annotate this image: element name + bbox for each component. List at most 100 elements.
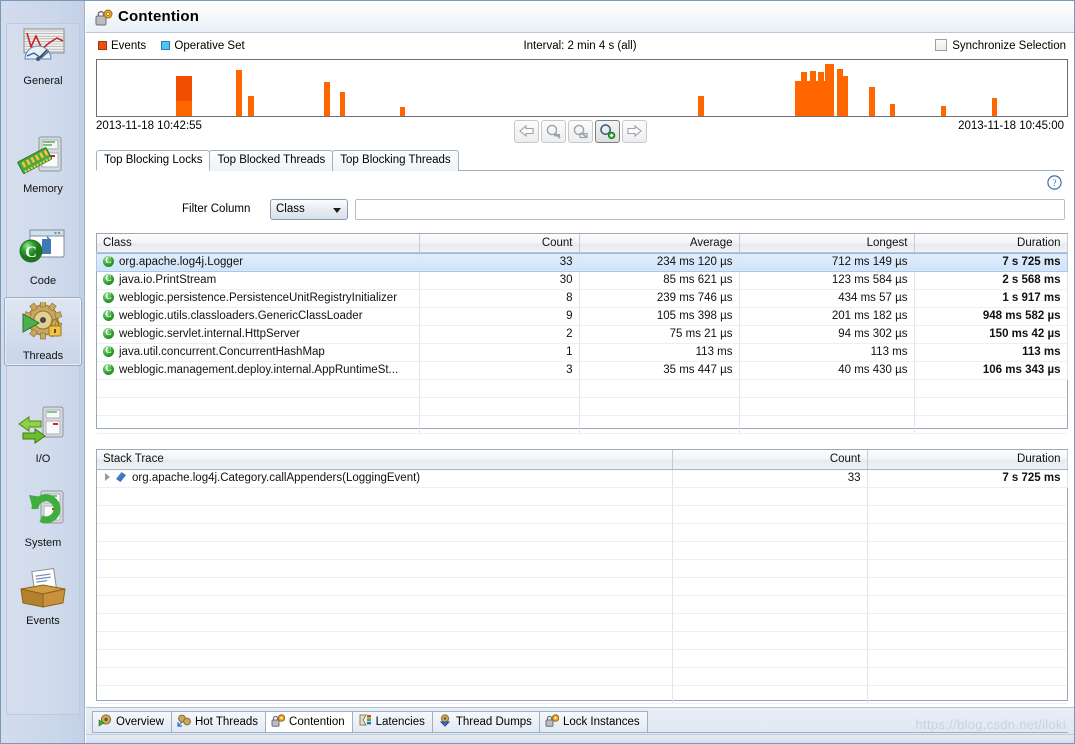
bottom-tab-overview[interactable]: Overview: [92, 711, 172, 732]
cell-longest: 123 ms 584 µs: [739, 271, 914, 289]
table-row[interactable]: weblogic.persistence.PersistenceUnitRegi…: [97, 289, 1067, 307]
cell-count: 8: [419, 289, 579, 307]
bottom-tab-contention[interactable]: Contention: [265, 711, 353, 732]
timeline-bar: [801, 72, 807, 116]
bottom-tab-label: Hot Threads: [195, 716, 258, 728]
column-header-duration[interactable]: Duration: [867, 450, 1067, 469]
svg-text:?: ?: [1052, 179, 1056, 189]
help-question-icon[interactable]: ?: [1047, 175, 1062, 190]
table-row[interactable]: weblogic.management.deploy.internal.AppR…: [97, 361, 1067, 379]
cell-count: 1: [419, 343, 579, 361]
table-row[interactable]: java.io.PrintStream3085 ms 621 µs123 ms …: [97, 271, 1067, 289]
table-filler-row: [97, 397, 1067, 415]
cell-count: 3: [419, 361, 579, 379]
cell-longest: 40 ms 430 µs: [739, 361, 914, 379]
cell-average: 234 ms 120 µs: [579, 253, 739, 271]
cell-duration: 150 ms 42 µs: [914, 325, 1067, 343]
timeline-bar: [176, 101, 192, 116]
table-filler-row: [97, 613, 1067, 631]
bottom-tab-label: Latencies: [376, 716, 425, 728]
sidebar-item-label: System: [4, 537, 82, 550]
cell-duration: 113 ms: [914, 343, 1067, 361]
timeline-bars: [97, 60, 1067, 116]
cell-count: 33: [419, 253, 579, 271]
tab-top-blocking-locks[interactable]: Top Blocking Locks: [96, 150, 210, 171]
sidebar-item-label: I/O: [4, 453, 82, 466]
bottom-tab-lock-instances[interactable]: Lock Instances: [539, 711, 648, 732]
forward-arrow-button: [622, 120, 647, 143]
cell-average: 75 ms 21 µs: [579, 325, 739, 343]
tab-top-blocking-threads[interactable]: Top Blocking Threads: [332, 150, 458, 171]
bottom-tab-thread-dumps[interactable]: Thread Dumps: [432, 711, 540, 732]
table-filler-row: [97, 415, 1067, 433]
cell-average: 105 ms 398 µs: [579, 307, 739, 325]
bottom-tabs: Overview Hot Threads Contention Latencies Th…: [92, 711, 647, 733]
checkbox-icon[interactable]: [935, 39, 947, 51]
class-icon: [103, 274, 114, 285]
locks-table-body[interactable]: org.apache.log4j.Logger33234 ms 120 µs71…: [97, 253, 1067, 433]
sidebar-item-label: General: [4, 75, 82, 88]
cell-class: weblogic.utils.classloaders.GenericClass…: [97, 307, 419, 325]
horizontal-scrollbar[interactable]: [86, 734, 1074, 743]
hot-threads-icon: [177, 714, 191, 727]
cell-class: java.io.PrintStream: [97, 271, 419, 289]
events-box-icon: [14, 567, 72, 613]
synchronize-selection-checkbox[interactable]: Synchronize Selection: [935, 39, 1066, 52]
filter-column-value: Class: [276, 203, 305, 215]
column-header-average[interactable]: Average: [579, 234, 739, 253]
locks-table-header[interactable]: ClassCountAverageLongestDuration: [97, 234, 1067, 253]
table-filler-row: [97, 523, 1067, 541]
filter-column-select[interactable]: Class: [270, 199, 348, 220]
cell-duration: 7 s 725 ms: [867, 469, 1067, 487]
sidebar-item-code[interactable]: C Code: [4, 223, 82, 290]
sidebar-item-threads[interactable]: Threads: [4, 297, 82, 366]
cell-count: 9: [419, 307, 579, 325]
sidebar-item-general[interactable]: General: [4, 23, 82, 90]
magnifier-plus-icon: [599, 124, 616, 142]
cell-longest: 434 ms 57 µs: [739, 289, 914, 307]
sidebar-item-label: Events: [4, 615, 82, 628]
column-header-class[interactable]: Class: [97, 234, 419, 253]
stack-table-body[interactable]: org.apache.log4j.Category.callAppenders(…: [97, 469, 1067, 703]
column-header-count[interactable]: Count: [672, 450, 867, 469]
cell-class: java.util.concurrent.ConcurrentHashMap: [97, 343, 419, 361]
zoom-in-button[interactable]: [595, 120, 620, 143]
table-row[interactable]: weblogic.utils.classloaders.GenericClass…: [97, 307, 1067, 325]
bottom-tab-latencies[interactable]: Latencies: [352, 711, 433, 732]
watermark-text: https://blog.csdn.net/iloki: [916, 717, 1066, 732]
cell-class: weblogic.management.deploy.internal.AppR…: [97, 361, 419, 379]
back-arrow-button: [514, 120, 539, 143]
column-header-duration[interactable]: Duration: [914, 234, 1067, 253]
tab-label: Top Blocking Threads: [340, 154, 450, 166]
column-header-stack-trace[interactable]: Stack Trace: [97, 450, 672, 469]
table-filler-row: [97, 631, 1067, 649]
table-row[interactable]: weblogic.servlet.internal.HttpServer275 …: [97, 325, 1067, 343]
table-row[interactable]: java.util.concurrent.ConcurrentHashMap11…: [97, 343, 1067, 361]
page-title: Contention: [118, 8, 199, 25]
sidebar-item-label: Code: [4, 275, 82, 288]
table-filler-row: [97, 595, 1067, 613]
table-row[interactable]: org.apache.log4j.Logger33234 ms 120 µs71…: [97, 253, 1067, 271]
application-window: General Memory C Code: [0, 0, 1075, 744]
sidebar-item-label: Memory: [4, 183, 82, 196]
stack-trace-table[interactable]: Stack TraceCountDuration org.apache.log4…: [96, 449, 1068, 701]
sidebar-item-system[interactable]: System: [4, 485, 82, 552]
column-header-longest[interactable]: Longest: [739, 234, 914, 253]
blocking-locks-table[interactable]: ClassCountAverageLongestDuration org.apa…: [96, 233, 1068, 429]
timeline-bar: [340, 92, 346, 116]
column-header-count[interactable]: Count: [419, 234, 579, 253]
sidebar-item-events[interactable]: Events: [4, 563, 82, 630]
cell-duration: 1 s 917 ms: [914, 289, 1067, 307]
arrow-left-icon: [518, 124, 535, 141]
timeline-bar: [698, 96, 704, 116]
bottom-tab-hot-threads[interactable]: Hot Threads: [171, 711, 266, 732]
timeline-chart[interactable]: [96, 59, 1068, 117]
cell-duration: 106 ms 343 µs: [914, 361, 1067, 379]
expand-triangle-icon[interactable]: [105, 473, 110, 481]
tab-top-blocked-threads[interactable]: Top Blocked Threads: [209, 150, 333, 171]
filter-text-input[interactable]: [355, 199, 1065, 220]
table-row[interactable]: org.apache.log4j.Category.callAppenders(…: [97, 469, 1067, 487]
sidebar-item-i-o[interactable]: I/O: [4, 401, 82, 468]
sidebar-item-memory[interactable]: Memory: [4, 131, 82, 198]
stack-table-header[interactable]: Stack TraceCountDuration: [97, 450, 1067, 469]
